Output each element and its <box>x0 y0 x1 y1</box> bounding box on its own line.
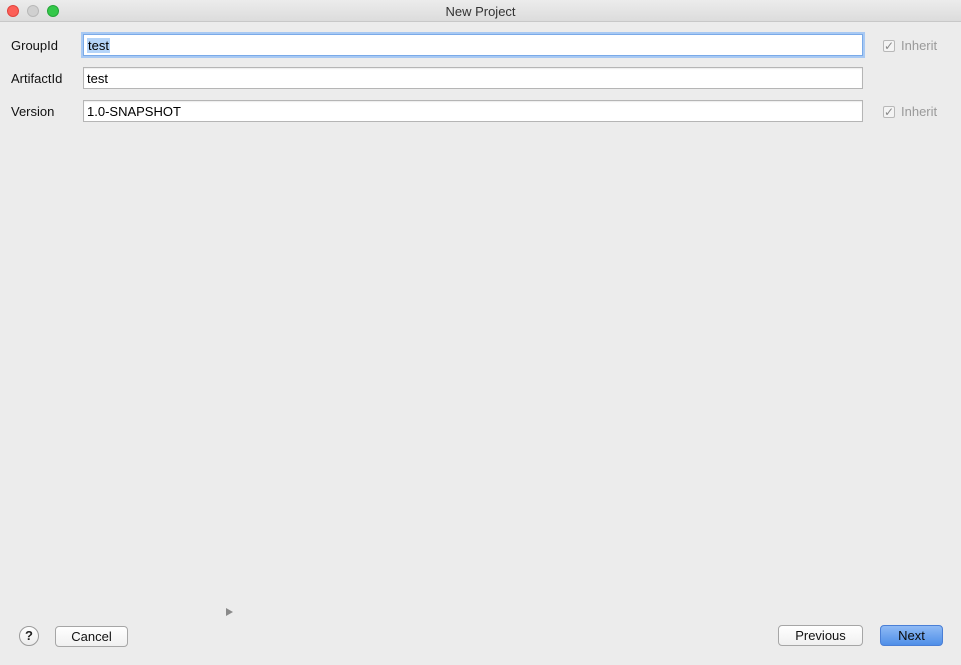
version-value: 1.0-SNAPSHOT <box>87 104 181 119</box>
next-button[interactable]: Next <box>880 625 943 646</box>
window-title: New Project <box>445 4 516 19</box>
checkbox-checked-icon: ✓ <box>883 38 895 53</box>
previous-button[interactable]: Previous <box>778 625 863 646</box>
title-bar: New Project <box>0 0 961 22</box>
help-button[interactable]: ? <box>19 626 39 646</box>
artifactid-label: ArtifactId <box>11 71 63 86</box>
groupid-field[interactable]: test <box>83 34 863 56</box>
groupid-label: GroupId <box>11 38 58 53</box>
artifactid-value: test <box>87 71 108 86</box>
groupid-inherit-checkbox[interactable]: ✓ Inherit <box>883 38 937 53</box>
groupid-inherit-label: Inherit <box>901 38 938 53</box>
checkbox-checked-icon: ✓ <box>883 104 895 119</box>
cancel-button[interactable]: Cancel <box>55 626 128 647</box>
groupid-value: test <box>87 38 110 53</box>
version-inherit-label: Inherit <box>901 104 938 119</box>
version-label: Version <box>11 104 55 119</box>
expand-triangle-icon[interactable] <box>226 608 233 616</box>
version-inherit-checkbox[interactable]: ✓ Inherit <box>883 104 937 119</box>
artifactid-field[interactable]: test <box>83 67 863 89</box>
version-field[interactable]: 1.0-SNAPSHOT <box>83 100 863 122</box>
